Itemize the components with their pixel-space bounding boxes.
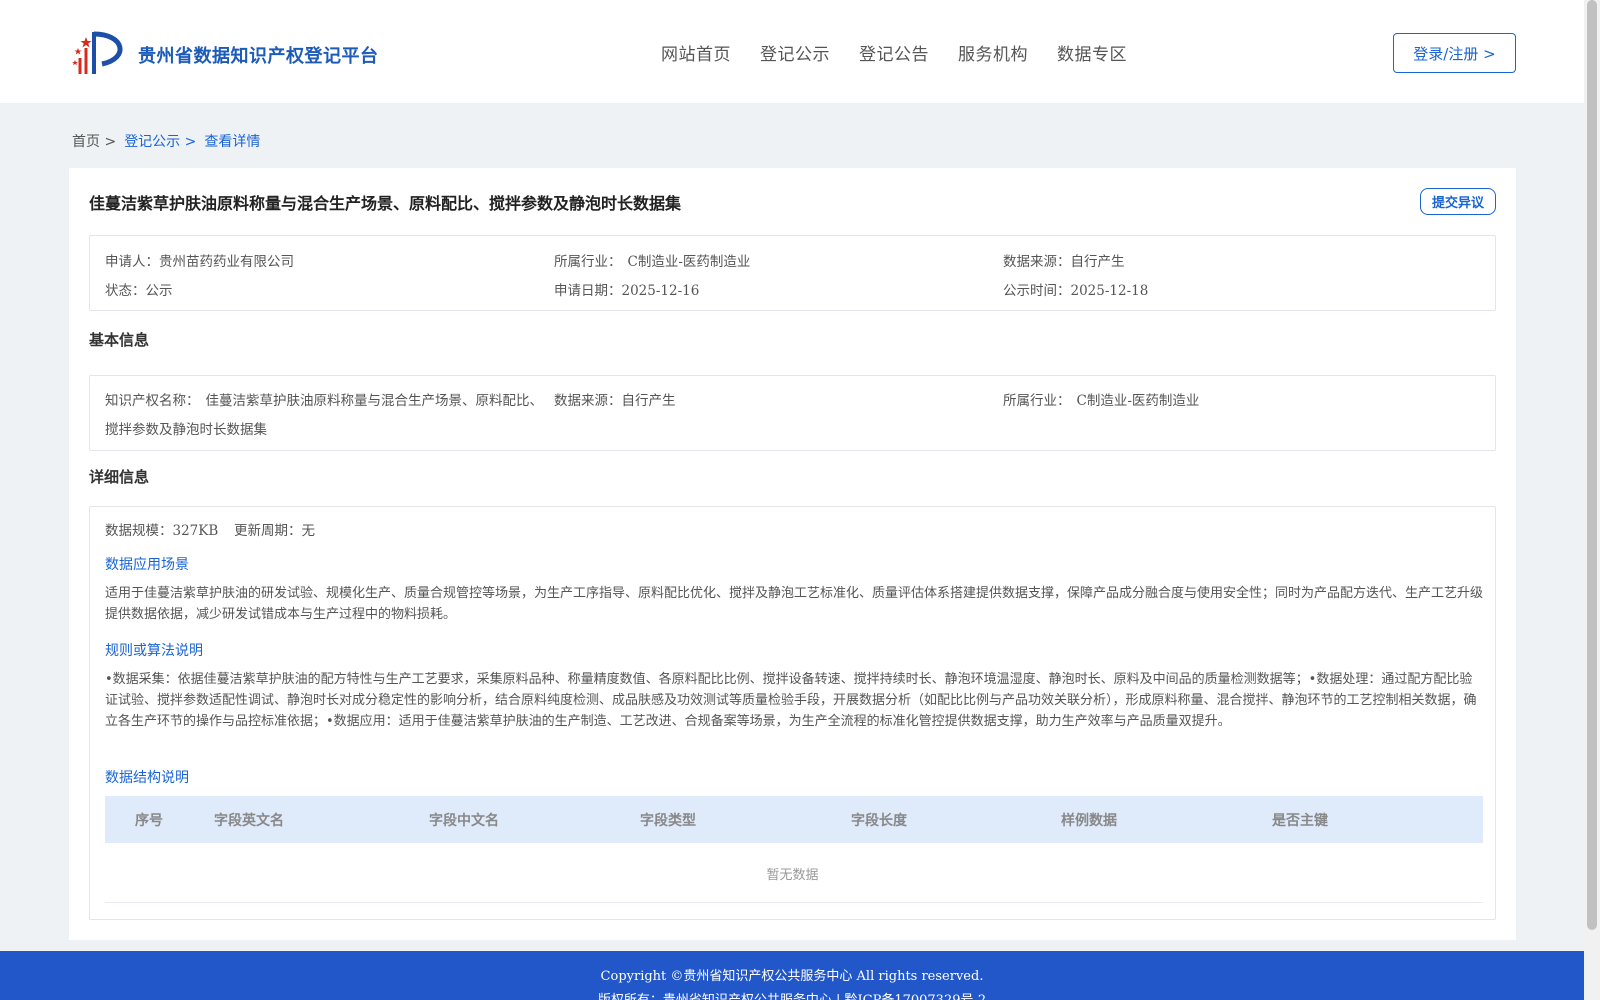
update-cycle-label: 更新周期：: [234, 523, 302, 539]
algorithm-heading: 规则或算法说明: [105, 643, 203, 659]
basic-industry-field: 所属行业： C制造业-医药制造业: [1003, 389, 1199, 409]
ip-name-continued: 搅拌参数及静泡时长数据集: [105, 418, 267, 438]
industry-label: 所属行业：: [554, 254, 622, 270]
apply-date-field: 申请日期：2025-12-16: [554, 279, 699, 299]
site-logo[interactable]: 贵州省数据知识产权登记平台: [72, 28, 379, 82]
data-scale-field: 数据规模：327KB: [105, 519, 218, 539]
applicant-field: 申请人：贵州苗药药业有限公司: [105, 250, 294, 270]
column-header-primary-key: 是否主键: [1272, 813, 1328, 829]
breadcrumb-current: 查看详情: [204, 134, 261, 150]
table-bottom-divider: [105, 902, 1483, 903]
main-nav: 网站首页 登记公示 登记公告 服务机构 数据专区: [661, 40, 1156, 65]
column-header-length: 字段长度: [851, 813, 907, 829]
basic-info-box: 知识产权名称： 佳蔓洁紫草护肤油原料称量与混合生产场景、原料配比、 搅拌参数及静泡…: [89, 375, 1496, 451]
summary-box: 申请人：贵州苗药药业有限公司 所属行业： C制造业-医药制造业 数据来源：自行产生…: [89, 235, 1496, 311]
update-cycle-value: 无: [301, 523, 316, 539]
ip-name-value-line1: 佳蔓洁紫草护肤油原料称量与混合生产场景、原料配比、: [205, 393, 544, 409]
site-footer: Copyright ©贵州省知识产权公共服务中心 All rights rese…: [0, 951, 1584, 1000]
column-header-index: 序号: [135, 813, 163, 829]
detail-info-heading: 详细信息: [89, 468, 150, 486]
source-field: 数据来源：自行产生: [1003, 250, 1125, 270]
status-label: 状态：: [105, 283, 146, 299]
basic-info-heading: 基本信息: [89, 331, 150, 349]
scrollbar-thumb[interactable]: [1587, 0, 1597, 930]
basic-source-value: 自行产生: [621, 393, 676, 409]
nav-registration-publicity[interactable]: 登记公示: [760, 40, 830, 65]
login-register-button[interactable]: 登录/注册 >: [1393, 33, 1516, 73]
logo-icon: [72, 28, 130, 82]
ip-name-value-line2: 搅拌参数及静泡时长数据集: [105, 422, 267, 438]
column-header-english-name: 字段英文名: [214, 813, 284, 829]
apply-date-label: 申请日期：: [554, 283, 622, 299]
submit-objection-button[interactable]: 提交异议: [1420, 188, 1496, 215]
site-header: 贵州省数据知识产权登记平台 网站首页 登记公示 登记公告 服务机构 数据专区 登…: [0, 0, 1584, 103]
detail-card: 佳蔓洁紫草护肤油原料称量与混合生产场景、原料配比、搅拌参数及静泡时长数据集 提交…: [69, 168, 1516, 940]
structure-table-header: 序号 字段英文名 字段中文名 字段类型 字段长度 样例数据 是否主键: [105, 796, 1483, 843]
update-cycle-field: 更新周期：无: [234, 519, 315, 539]
industry-value: C制造业-医药制造业: [627, 254, 751, 270]
industry-field: 所属行业： C制造业-医药制造业: [554, 250, 750, 270]
nav-registration-announcement[interactable]: 登记公告: [859, 40, 929, 65]
table-empty-text: 暂无数据: [766, 868, 819, 883]
footer-copyright: Copyright ©贵州省知识产权公共服务中心 All rights rese…: [600, 969, 984, 984]
applicant-value: 贵州苗药药业有限公司: [159, 254, 294, 270]
footer-record-info: 版权所有：贵州省知识产权公共服务中心 | 黔ICP备17007329号-2: [0, 989, 1584, 1000]
column-header-type: 字段类型: [640, 813, 696, 829]
column-header-sample: 样例数据: [1061, 813, 1117, 829]
detail-info-box: 数据规模：327KB 更新周期：无 数据应用场景 适用于佳蔓洁紫草护肤油的研发试…: [89, 506, 1496, 920]
basic-industry-label: 所属行业：: [1003, 393, 1071, 409]
site-title: 贵州省数据知识产权登记平台: [138, 46, 379, 67]
breadcrumb: 首页 > 登记公示 > 查看详情: [72, 131, 268, 151]
data-scale-value: 327KB: [172, 523, 219, 539]
basic-industry-value: C制造业-医药制造业: [1076, 393, 1200, 409]
breadcrumb-home[interactable]: 首页 >: [72, 131, 116, 151]
publish-date-label: 公示时间：: [1003, 283, 1071, 299]
page-scrollbar[interactable]: [1584, 0, 1600, 1000]
nav-service-agencies[interactable]: 服务机构: [958, 40, 1028, 65]
source-label: 数据来源：: [1003, 254, 1071, 270]
source-value: 自行产生: [1070, 254, 1125, 270]
basic-source-label: 数据来源：: [554, 393, 622, 409]
scenario-heading: 数据应用场景: [105, 557, 189, 573]
nav-home[interactable]: 网站首页: [661, 40, 731, 65]
data-scale-label: 数据规模：: [105, 523, 173, 539]
structure-heading: 数据结构说明: [105, 770, 189, 786]
nav-data-zone[interactable]: 数据专区: [1057, 40, 1127, 65]
status-field: 状态：公示: [105, 279, 173, 299]
basic-source-field: 数据来源：自行产生: [554, 389, 676, 409]
page-title: 佳蔓洁紫草护肤油原料称量与混合生产场景、原料配比、搅拌参数及静泡时长数据集: [89, 194, 682, 213]
ip-name-label: 知识产权名称：: [105, 393, 200, 409]
apply-date-value: 2025-12-16: [621, 283, 700, 299]
status-value: 公示: [145, 283, 173, 299]
column-header-chinese-name: 字段中文名: [429, 813, 499, 829]
algorithm-text: •数据采集：依据佳蔓洁紫草护肤油的配方特性与生产工艺要求，采集原料品种、称量精度…: [105, 672, 1477, 729]
breadcrumb-registration-publicity[interactable]: 登记公示 >: [124, 131, 196, 151]
applicant-label: 申请人：: [105, 254, 159, 270]
ip-name-field: 知识产权名称： 佳蔓洁紫草护肤油原料称量与混合生产场景、原料配比、: [105, 389, 543, 409]
publish-date-field: 公示时间：2025-12-18: [1003, 279, 1148, 299]
publish-date-value: 2025-12-18: [1070, 283, 1149, 299]
scenario-text: 适用于佳蔓洁紫草护肤油的研发试验、规模化生产、质量合规管控等场景，为生产工序指导…: [105, 586, 1484, 622]
